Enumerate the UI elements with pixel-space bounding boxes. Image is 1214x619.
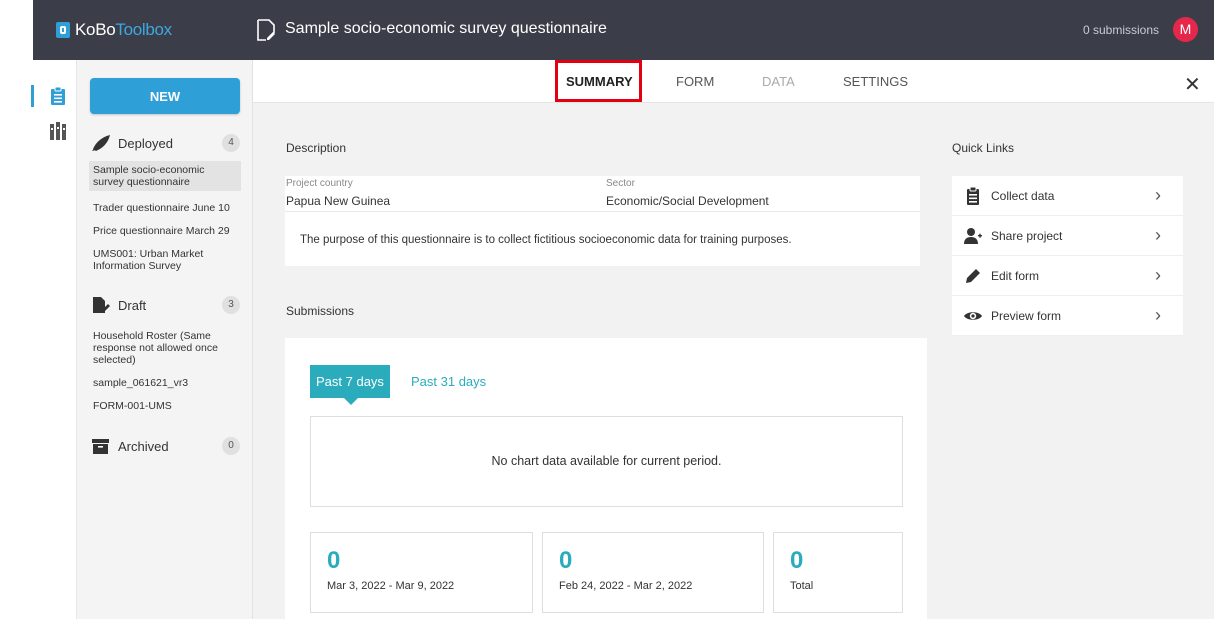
library-icon[interactable] (50, 122, 66, 140)
rocket-icon (92, 135, 110, 151)
stat-value: 0 (327, 547, 341, 574)
deployed-count-badge: 4 (222, 134, 240, 152)
project-item[interactable]: Sample socio-economic survey questionnai… (89, 161, 241, 191)
project-sidebar: NEW Deployed 4 Sample socio-economic sur… (77, 60, 253, 619)
draft-section-header[interactable]: Draft 3 (90, 295, 240, 315)
quick-link-label: Preview form (991, 309, 1062, 323)
clipboard-icon (967, 187, 979, 205)
logo-text: KoBoToolbox (75, 20, 172, 39)
main-content: SUMMARY FORM DATA SETTINGS ✕ Description… (253, 60, 1214, 619)
project-item[interactable]: Price questionnaire March 29 (89, 222, 241, 240)
chart-empty-message: No chart data available for current peri… (310, 416, 903, 507)
draft-label: Draft (118, 297, 147, 313)
stat-label: Feb 24, 2022 - Mar 2, 2022 (559, 580, 693, 592)
tab-summary-highlight (555, 60, 642, 102)
avatar[interactable]: M (1173, 17, 1198, 42)
eye-icon (964, 312, 982, 320)
submissions-card: Past 7 days Past 31 days No chart data a… (285, 338, 927, 619)
stat-value: 0 (790, 547, 804, 574)
add-user-icon (964, 228, 982, 244)
logo-mark-icon (56, 22, 70, 38)
description-divider (285, 211, 920, 212)
quick-link-label: Edit form (991, 269, 1040, 283)
sector-value: Economic/Social Development (606, 194, 769, 208)
stat-current-week: 0 Mar 3, 2022 - Mar 9, 2022 (310, 532, 533, 613)
stat-label: Mar 3, 2022 - Mar 9, 2022 (327, 580, 455, 592)
quick-link-edit-form[interactable]: Edit form › (952, 256, 1183, 296)
description-card: Project country Papua New Guinea Sector … (285, 176, 920, 266)
tab-form[interactable]: FORM (676, 74, 714, 89)
archived-section-header[interactable]: Archived 0 (90, 436, 240, 456)
stat-previous-week: 0 Feb 24, 2022 - Mar 2, 2022 (542, 532, 764, 613)
rail-active-indicator (31, 85, 34, 107)
chevron-right-icon: › (1155, 305, 1161, 325)
draft-count-badge: 3 (222, 296, 240, 314)
description-heading: Description (286, 141, 347, 155)
chevron-right-icon: › (1155, 265, 1161, 285)
stat-value: 0 (559, 547, 573, 574)
quick-link-label: Collect data (991, 189, 1055, 203)
tab-past-7-days[interactable]: Past 7 days (310, 365, 390, 405)
draft-icon (93, 297, 110, 313)
project-title: Sample socio-economic survey questionnai… (285, 20, 607, 37)
top-header: KoBoToolbox Sample socio-economic survey… (0, 0, 1214, 60)
stat-total: 0 Total (773, 532, 903, 613)
forms-icon[interactable] (50, 87, 66, 105)
country-label: Project country (286, 178, 353, 189)
sector-label: Sector (606, 178, 635, 189)
project-item[interactable]: UMS001: Urban Market Information Survey (89, 245, 241, 275)
archived-label: Archived (118, 438, 169, 454)
new-project-button[interactable]: NEW (90, 78, 240, 114)
chevron-right-icon: › (1155, 225, 1161, 245)
stat-label: Total (790, 580, 814, 592)
description-text: The purpose of this questionnaire is to … (300, 234, 792, 246)
archive-box-icon (92, 439, 109, 454)
header-left-strip (0, 0, 33, 60)
deployed-label: Deployed (118, 135, 173, 151)
tab-settings[interactable]: SETTINGS (843, 74, 908, 89)
kobotoolbox-logo[interactable]: KoBoToolbox (56, 16, 172, 44)
project-item[interactable]: Trader questionnaire June 10 (89, 199, 241, 217)
tab-past-31-days[interactable]: Past 31 days (405, 365, 492, 398)
project-item[interactable]: FORM-001-UMS (89, 397, 241, 415)
project-item[interactable]: Household Roster (Same response not allo… (89, 327, 241, 369)
archived-count-badge: 0 (222, 437, 240, 455)
icon-rail (0, 60, 77, 619)
chevron-right-icon: › (1155, 185, 1161, 205)
quick-link-collect-data[interactable]: Collect data › (952, 176, 1183, 216)
project-item[interactable]: sample_061621_vr3 (89, 374, 241, 392)
pencil-icon (966, 269, 980, 283)
quick-links-card: Collect data › Share project › Edit form… (952, 176, 1183, 336)
project-tabs: SUMMARY FORM DATA SETTINGS ✕ (253, 60, 1214, 103)
close-icon[interactable]: ✕ (1184, 72, 1201, 97)
quick-link-share-project[interactable]: Share project › (952, 216, 1183, 256)
tab-data[interactable]: DATA (762, 74, 795, 89)
deployed-section-header[interactable]: Deployed 4 (90, 133, 240, 153)
quick-links-heading: Quick Links (952, 141, 1015, 155)
country-value: Papua New Guinea (286, 194, 391, 208)
quick-link-preview-form[interactable]: Preview form › (952, 296, 1183, 336)
submissions-heading: Submissions (286, 304, 355, 318)
form-deploy-icon (257, 19, 275, 41)
header-bar: KoBoToolbox Sample socio-economic survey… (33, 0, 1214, 60)
submissions-count: 0 submissions (1083, 23, 1160, 37)
quick-link-label: Share project (991, 229, 1063, 243)
